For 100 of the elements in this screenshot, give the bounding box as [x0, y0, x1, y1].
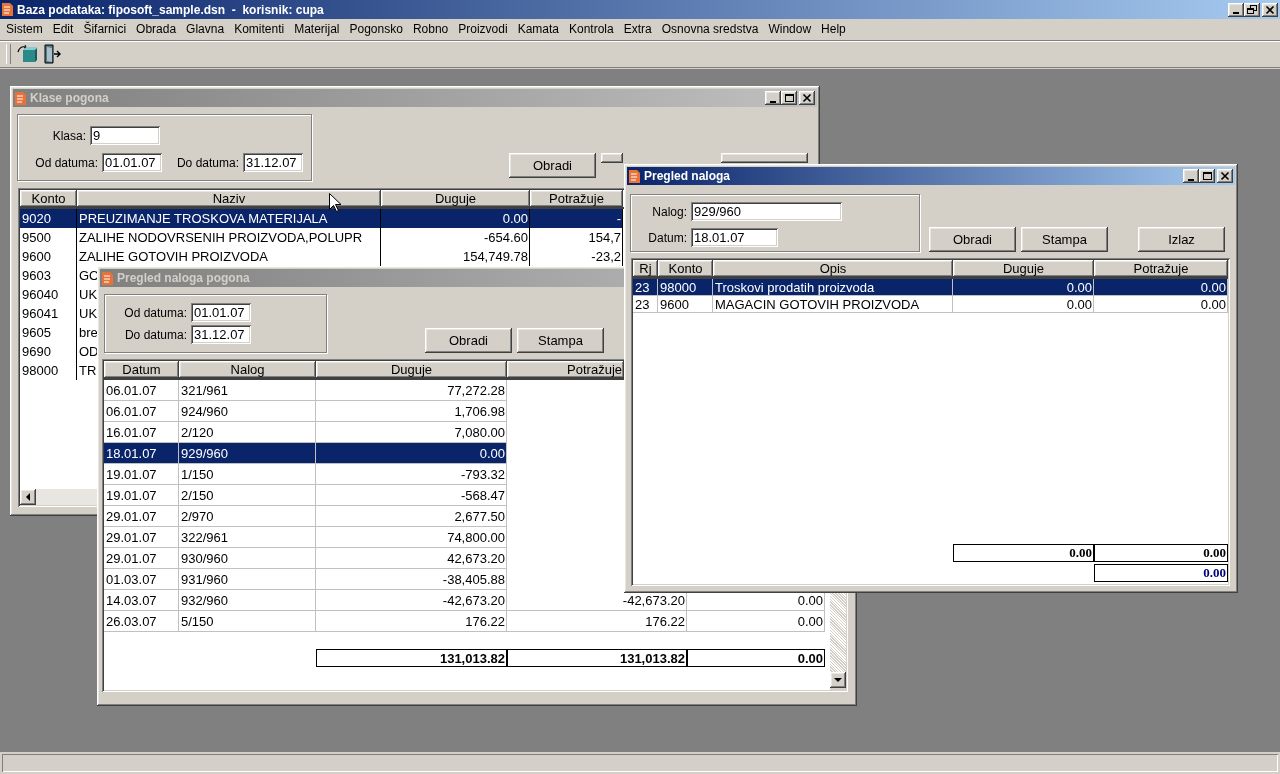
menu-item[interactable]: Help	[816, 21, 851, 36]
button[interactable]	[721, 153, 808, 163]
table-cell: 74,800.00	[447, 529, 505, 545]
table-cell: 9605	[22, 325, 51, 340]
column-header[interactable]: Potražuje	[530, 190, 623, 207]
table-cell: PREUZIMANJE TROSKOVA MATERIJALA	[79, 211, 328, 226]
input-field[interactable]: 929/960	[691, 202, 842, 221]
table-cell: 06.01.07	[106, 403, 157, 419]
input-field[interactable]: 01.01.07	[102, 153, 162, 172]
table-cell: 0.00	[502, 211, 528, 226]
table-cell: 14.03.07	[106, 592, 157, 608]
table-cell: 29.01.07	[106, 550, 157, 566]
menu-item[interactable]: Proizvodi	[453, 21, 513, 36]
door-exit-icon[interactable]	[43, 44, 61, 64]
table-cell: -568.47	[460, 487, 505, 503]
menu-item[interactable]: Materijal	[289, 21, 345, 36]
column-header[interactable]: Datum	[104, 361, 179, 378]
menu-item[interactable]: Window	[763, 21, 817, 36]
button[interactable]: Obradi	[929, 227, 1016, 252]
table-cell: 16.01.07	[106, 424, 157, 440]
table-cell: ZALIHE NODOVRSENIH PROIZVODA,POLUPR	[79, 230, 363, 245]
table-cell: 931/960	[181, 571, 228, 587]
input-field[interactable]: 9	[90, 126, 160, 145]
menu-item[interactable]: Pogonsko	[344, 21, 408, 36]
table-cell: 06.01.07	[106, 382, 157, 398]
table-cell: 29.01.07	[106, 529, 157, 545]
column-header[interactable]: Nalog	[179, 361, 316, 378]
column-header[interactable]: Konto	[658, 260, 713, 277]
minimize-button[interactable]	[1183, 169, 1199, 183]
column-header[interactable]: Rj	[633, 260, 658, 277]
column-header[interactable]: Duguje	[953, 260, 1094, 277]
menu-item[interactable]: Kamata	[512, 21, 564, 36]
document-icon	[2, 3, 13, 16]
scroll-down-button[interactable]	[830, 672, 846, 688]
table-cell: Troskovi prodatih proizvoda	[715, 279, 875, 295]
menu-item[interactable]: Kontrola	[564, 21, 619, 36]
button[interactable]: Obradi	[509, 153, 596, 178]
button[interactable]: Stampa	[517, 328, 604, 353]
maximize-button[interactable]	[1199, 169, 1215, 183]
field-label: Klasa:	[51, 128, 86, 143]
menu-item[interactable]: Glavna	[181, 21, 230, 36]
input-field[interactable]: 31.12.07	[243, 153, 303, 172]
column-header[interactable]: Opis	[713, 260, 953, 277]
table-cell: 176.22	[645, 613, 685, 629]
input-field[interactable]: 01.01.07	[191, 303, 251, 322]
total-cell: 131,013.82	[316, 649, 507, 667]
selected-row[interactable]: 18.01.07 929/960 0.00	[104, 443, 507, 464]
document-icon	[15, 91, 26, 105]
table-cell: 1,706.98	[454, 403, 505, 419]
column-header[interactable]: Duguje	[316, 361, 507, 378]
menu-item[interactable]: Komitenti	[229, 21, 290, 36]
menu-item[interactable]: Sistem	[1, 21, 48, 36]
selected-row[interactable]: 23 98000 Troskovi prodatih proizvoda 0.00 0.00	[633, 279, 1228, 296]
table-cell: 77,272.28	[447, 382, 505, 398]
box-arrow-icon[interactable]	[17, 44, 37, 64]
table-cell: 96041	[22, 306, 59, 321]
table-cell: 18.01.07	[106, 445, 157, 461]
menu-item[interactable]: Osnovna sredstva	[656, 21, 764, 36]
maximize-button[interactable]	[781, 91, 797, 105]
maximize-icon	[784, 93, 794, 103]
column-header[interactable]: Naziv	[77, 190, 381, 207]
scroll-left-button[interactable]	[20, 489, 36, 505]
button[interactable]	[601, 153, 623, 163]
table-cell: 0.00	[1066, 279, 1092, 295]
table-cell: 9690	[22, 344, 51, 359]
close-button[interactable]	[1217, 169, 1233, 183]
input-field[interactable]: 18.01.07	[691, 228, 778, 247]
minimize-button[interactable]	[1228, 2, 1244, 17]
column-header[interactable]: Konto	[20, 190, 77, 207]
table-cell: 924/960	[181, 403, 228, 419]
menu-item[interactable]: Edit	[47, 21, 79, 36]
menu-item[interactable]: Obrada	[131, 21, 182, 36]
close-button[interactable]	[1262, 2, 1278, 17]
close-button[interactable]	[799, 91, 815, 105]
menu-item[interactable]: Šifarnici	[78, 21, 132, 36]
table-cell: -654.60	[483, 230, 528, 245]
close-icon	[1265, 4, 1275, 15]
down-arrow-icon	[834, 677, 842, 683]
minimize-button[interactable]	[765, 91, 781, 105]
restore-button[interactable]	[1244, 2, 1260, 17]
menu-item[interactable]: Robno	[407, 21, 454, 36]
selected-row[interactable]: 9020 PREUZIMANJE TROSKOVA MATERIJALA 0.00 -	[20, 209, 623, 228]
table-cell: 9600	[22, 249, 51, 264]
column-header[interactable]: Potražuje	[1094, 260, 1228, 277]
button[interactable]: Stampa	[1021, 227, 1108, 252]
table-cell: 9500	[22, 230, 51, 245]
field-label: Do datuma:	[175, 155, 239, 170]
table-cell: 9020	[22, 211, 51, 226]
total-cell: 0.00	[953, 544, 1094, 562]
table-cell: 0.00	[1066, 296, 1092, 312]
button[interactable]: Izlaz	[1138, 227, 1225, 252]
column-header[interactable]: Potražuje	[507, 361, 624, 378]
input-field[interactable]: 31.12.07	[191, 325, 251, 344]
minimize-icon	[770, 100, 776, 103]
column-header[interactable]: Duguje	[381, 190, 530, 207]
menu-item[interactable]: Extra	[618, 21, 657, 36]
button[interactable]: Obradi	[425, 328, 512, 353]
table-cell: 23	[635, 296, 650, 312]
table-cell: 0.00	[1200, 296, 1226, 312]
total-cell: 0.00	[687, 649, 825, 667]
